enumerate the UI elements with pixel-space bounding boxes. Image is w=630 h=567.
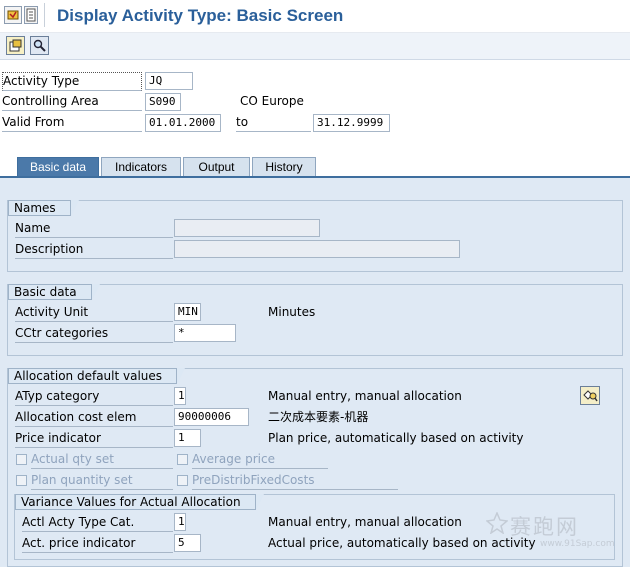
title-bar: Display Activity Type: Basic Screen	[0, 0, 630, 33]
tab-basic-data[interactable]: Basic data	[17, 157, 99, 176]
allocation-cost-elem-field[interactable]: 90000006	[174, 408, 249, 426]
watermark-chars: 赛跑网	[510, 515, 579, 539]
average-price-label: Average price	[192, 451, 328, 469]
actl-acty-type-cat-label: Actl Acty Type Cat.	[22, 514, 173, 532]
tab-output[interactable]: Output	[183, 157, 250, 176]
price-indicator-field[interactable]: 1	[174, 429, 201, 447]
description-label: Description	[15, 241, 173, 259]
document-icon[interactable]	[24, 6, 38, 24]
actual-qty-set-checkbox[interactable]	[16, 454, 27, 465]
name-label: Name	[15, 220, 173, 238]
valid-from-field[interactable]: 01.01.2000	[145, 114, 221, 132]
valid-to-label: to	[236, 114, 311, 132]
price-indicator-label: Price indicator	[15, 430, 173, 448]
plan-quantity-set-label: Plan quantity set	[31, 472, 173, 490]
controlling-area-text: CO Europe	[240, 94, 304, 108]
activity-unit-field[interactable]: MIN	[174, 303, 201, 321]
controlling-area-field[interactable]: S090	[145, 93, 181, 111]
valid-from-label: Valid From	[2, 114, 142, 132]
cctr-categories-field[interactable]: *	[174, 324, 236, 342]
allocation-group-title: Allocation default values	[8, 368, 186, 384]
average-price-checkbox[interactable]	[177, 454, 188, 465]
basic-data-panel: Names Name Description Basic data Activi…	[0, 178, 630, 567]
allocation-detail-button[interactable]	[580, 386, 600, 405]
actl-acty-type-cat-field[interactable]: 1	[174, 513, 186, 531]
tab-indicators[interactable]: Indicators	[101, 157, 181, 176]
name-field[interactable]	[174, 219, 320, 237]
other-activity-type-button[interactable]	[6, 36, 25, 55]
plan-quantity-set-checkbox[interactable]	[16, 475, 27, 486]
page-title: Display Activity Type: Basic Screen	[57, 6, 344, 25]
title-divider	[44, 3, 45, 27]
atyp-category-label: ATyp category	[15, 388, 173, 406]
actual-qty-set-label: Actual qty set	[31, 451, 173, 469]
atyp-category-text: Manual entry, manual allocation	[268, 389, 462, 403]
application-toolbar	[0, 33, 630, 60]
activity-type-field[interactable]: JQ	[145, 72, 193, 90]
act-price-indicator-field[interactable]: 5	[174, 534, 201, 552]
allocation-cost-elem-label: Allocation cost elem	[15, 409, 173, 427]
controlling-area-label: Controlling Area	[2, 93, 142, 111]
act-price-indicator-label: Act. price indicator	[22, 535, 173, 553]
names-group-title: Names	[8, 200, 79, 216]
valid-to-field[interactable]: 31.12.9999	[313, 114, 390, 132]
basic-data-group-title: Basic data	[8, 284, 100, 300]
activity-unit-text: Minutes	[268, 305, 316, 319]
variance-group-title: Variance Values for Actual Allocation	[15, 494, 264, 510]
watermark-logo-icon	[485, 511, 509, 537]
tab-history[interactable]: History	[252, 157, 316, 176]
watermark-url: www.91Sap.com	[540, 539, 615, 549]
predistrib-fixed-costs-label: PreDistribFixedCosts	[192, 472, 398, 490]
find-button[interactable]	[30, 36, 49, 55]
act-price-indicator-text: Actual price, automatically based on act…	[268, 536, 536, 550]
predistrib-fixed-costs-checkbox[interactable]	[177, 475, 188, 486]
description-field[interactable]	[174, 240, 460, 258]
activity-unit-label: Activity Unit	[15, 304, 173, 322]
actl-acty-type-cat-text: Manual entry, manual allocation	[268, 515, 462, 529]
price-indicator-text: Plan price, automatically based on activ…	[268, 431, 524, 445]
cctr-categories-label: CCtr categories	[15, 325, 173, 343]
system-menu-icon[interactable]	[4, 6, 22, 24]
atyp-category-field[interactable]: 1	[174, 387, 186, 405]
activity-type-label: Activity Type	[2, 72, 142, 91]
allocation-cost-elem-text: 二次成本要素-机器	[268, 410, 369, 424]
